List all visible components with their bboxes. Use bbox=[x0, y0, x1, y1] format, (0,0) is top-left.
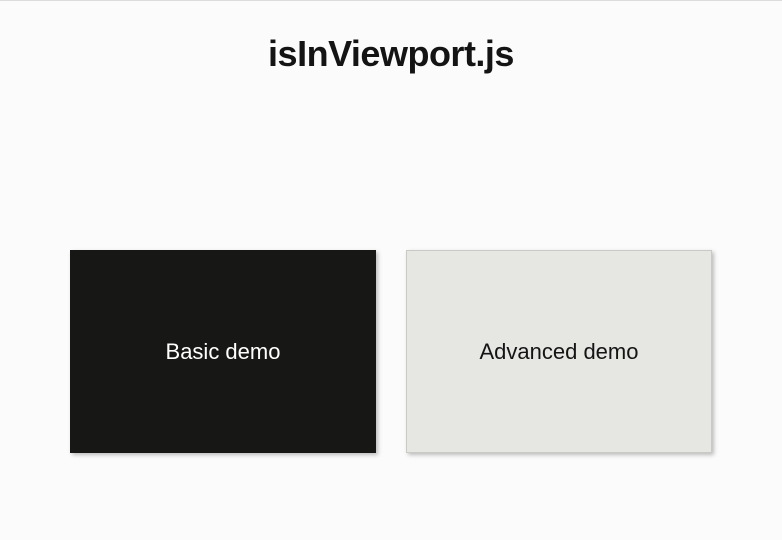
main-container: isInViewport.js Basic demo Advanced demo bbox=[0, 1, 782, 540]
advanced-demo-card[interactable]: Advanced demo bbox=[406, 250, 712, 453]
basic-demo-card[interactable]: Basic demo bbox=[70, 250, 376, 453]
demo-cards-row: Basic demo Advanced demo bbox=[0, 250, 782, 453]
page-title: isInViewport.js bbox=[268, 33, 514, 75]
basic-demo-label: Basic demo bbox=[166, 339, 281, 365]
advanced-demo-label: Advanced demo bbox=[479, 339, 638, 365]
